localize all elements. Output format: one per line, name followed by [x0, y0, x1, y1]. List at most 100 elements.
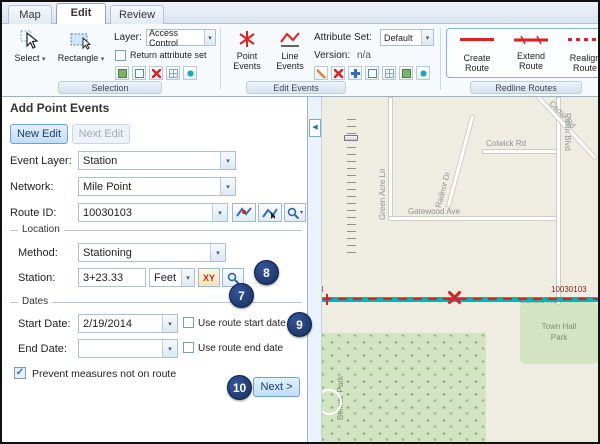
select-caret-icon: ▾: [42, 56, 46, 63]
new-edit-button[interactable]: New Edit: [10, 124, 68, 144]
xy-coordinates-button[interactable]: XY: [198, 268, 220, 287]
edit-options-tool-icon[interactable]: [416, 66, 430, 80]
attribute-set-select[interactable]: Default ▾: [380, 29, 434, 46]
return-attribute-checkbox[interactable]: [115, 50, 126, 61]
zoom-handle[interactable]: [344, 135, 358, 141]
select-button[interactable]: Select ▾: [8, 29, 52, 65]
point-events-button[interactable]: Point Events: [226, 29, 268, 71]
delete-event-tool-icon[interactable]: [331, 66, 345, 80]
gatewood-ave-label: Gatewood Ave: [408, 207, 460, 216]
merge-tool-icon[interactable]: [399, 66, 413, 80]
tab-map[interactable]: Map: [8, 5, 52, 24]
route-id-select[interactable]: 10030103 ▾: [78, 203, 228, 222]
station-input[interactable]: 3+23.33: [78, 268, 146, 287]
green-acre-ln-road: [388, 97, 393, 221]
edit-events-group-label: Edit Events: [246, 81, 346, 94]
tab-edit[interactable]: Edit: [56, 3, 106, 24]
start-date-input[interactable]: 2/19/2014 ▾: [78, 314, 178, 333]
attributes-table-tool-icon[interactable]: [382, 66, 396, 80]
colwick-rd-label: Colwick Rd: [486, 139, 526, 148]
callout-9: 9: [287, 312, 312, 337]
panel-splitter[interactable]: [308, 97, 322, 442]
create-route-button[interactable]: Create Route: [452, 34, 502, 73]
map-view[interactable]: Town Hall Park Belmar Park Green Acre Ln…: [308, 97, 598, 442]
magnifier-icon: [227, 272, 239, 284]
layer-select[interactable]: Access Control ▾: [146, 29, 216, 46]
line-events-icon: [279, 29, 301, 49]
create-route-label: Create Route: [452, 53, 502, 73]
next-edit-button[interactable]: Next Edit: [72, 124, 130, 144]
start-date-label: Start Date:: [18, 318, 71, 330]
event-layer-select[interactable]: Station ▾: [78, 151, 236, 170]
event-layer-value: Station: [83, 155, 117, 167]
network-label: Network:: [10, 181, 53, 193]
attribute-set-label: Attribute Set:: [314, 32, 372, 43]
choose-route-button[interactable]: [258, 203, 282, 222]
extend-route-button[interactable]: Extend Route: [506, 34, 556, 71]
select-by-box-tool-icon[interactable]: [132, 66, 146, 80]
realign-route-button[interactable]: Realign Route: [560, 34, 600, 73]
network-select[interactable]: Mile Point ▾: [78, 177, 236, 196]
prevent-measures-label: Prevent measures not on route: [32, 368, 176, 380]
location-legend: Location: [18, 224, 64, 235]
route-pick-icon: [236, 206, 252, 219]
callout-10: 10: [227, 375, 252, 400]
collapse-panel-button[interactable]: ◀: [309, 119, 321, 137]
end-date-input[interactable]: ▾: [78, 339, 178, 358]
event-layer-label: Event Layer:: [10, 155, 72, 167]
select-route-on-map-button[interactable]: [232, 203, 256, 222]
next-button[interactable]: Next >: [253, 377, 300, 397]
select-features-tool-icon[interactable]: [115, 66, 129, 80]
magnifier-icon: [287, 207, 299, 219]
selection-options-tool-icon[interactable]: [183, 66, 197, 80]
route-search-caret-icon: ▾: [300, 209, 303, 216]
use-route-start-checkbox[interactable]: [183, 317, 194, 328]
start-date-value: 2/19/2014: [83, 318, 132, 330]
selection-grid-tool-icon[interactable]: [166, 66, 180, 80]
rectangle-caret-icon: ▾: [101, 56, 105, 63]
method-caret-icon: ▾: [210, 244, 225, 261]
attribute-set-caret-icon: ▾: [421, 30, 433, 45]
network-value: Mile Point: [83, 181, 131, 193]
units-caret-icon: ▾: [181, 269, 194, 286]
method-value: Stationing: [83, 247, 132, 259]
clear-selection-tool-icon[interactable]: [149, 66, 163, 80]
extend-route-icon: [513, 35, 549, 45]
event-layer-caret-icon: ▾: [220, 152, 235, 169]
layer-label: Layer:: [114, 32, 142, 43]
create-route-icon: [460, 38, 494, 41]
realign-route-label: Realign Route: [560, 53, 600, 73]
rollin-blvd-road: [556, 97, 561, 305]
select-label: Select: [14, 53, 39, 63]
prevent-measures-checkbox[interactable]: ✓: [14, 367, 26, 379]
route-id-label: Route ID:: [10, 207, 56, 219]
point-events-icon: [237, 29, 257, 49]
route-search-button[interactable]: ▾: [284, 203, 306, 222]
zoom-slider[interactable]: [344, 119, 358, 265]
dates-legend: Dates: [18, 296, 52, 307]
group-separator: [440, 28, 441, 90]
tab-review[interactable]: Review: [110, 5, 164, 24]
sketch-tool-icon[interactable]: [314, 66, 328, 80]
route-id-caret-icon: ▾: [212, 204, 227, 221]
use-route-start-label: Use route start date: [198, 318, 286, 329]
rectangle-button[interactable]: Rectangle ▾: [54, 29, 108, 65]
units-value: Feet: [154, 272, 176, 284]
use-route-end-checkbox[interactable]: [183, 342, 194, 353]
green-acre-ln-label: Green Acre Ln: [378, 125, 387, 220]
station-tick-mark: [326, 294, 328, 305]
rectangle-select-icon: [69, 29, 93, 51]
method-select[interactable]: Stationing ▾: [78, 243, 226, 262]
snap-tool-icon[interactable]: [348, 66, 362, 80]
split-tool-icon[interactable]: [365, 66, 379, 80]
method-label: Method:: [18, 247, 58, 259]
line-events-button[interactable]: Line Events: [270, 29, 310, 71]
town-hall-park-label: Town Hall: [520, 322, 598, 331]
realign-route-icon: [568, 38, 600, 41]
station-value: 3+23.33: [83, 272, 123, 284]
extend-route-label: Extend Route: [506, 51, 556, 71]
ribbon-tabbar: Map Edit Review: [2, 2, 598, 24]
callout-8: 8: [254, 260, 279, 285]
units-select[interactable]: Feet ▾: [149, 268, 195, 287]
selection-group-label: Selection: [58, 81, 162, 94]
